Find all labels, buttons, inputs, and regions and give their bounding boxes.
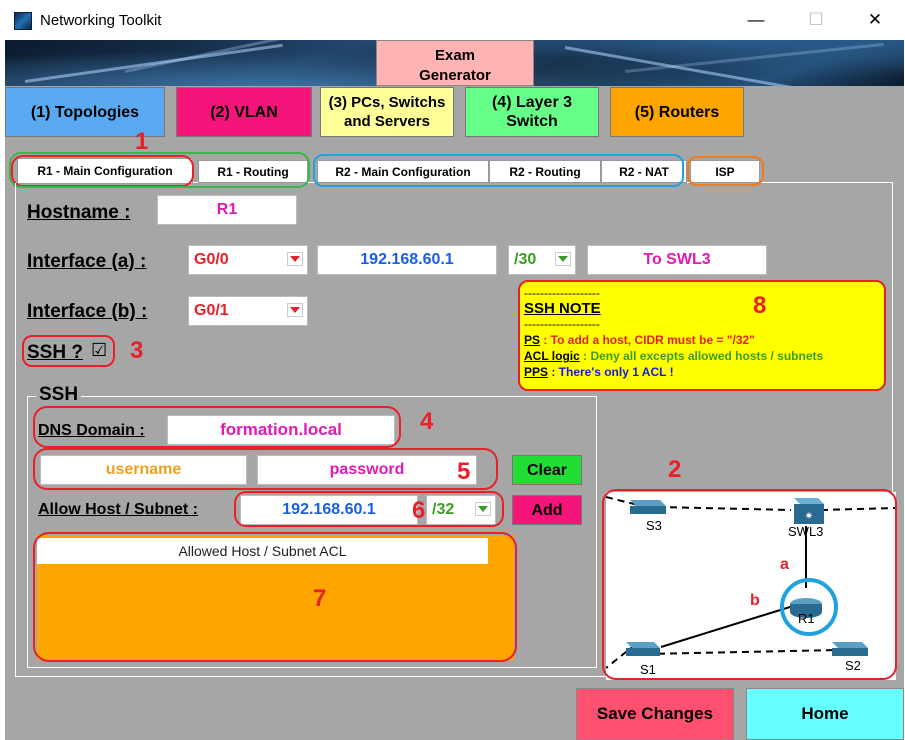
annotation-5: 5: [457, 458, 471, 485]
ssh-group-label: SSH: [36, 384, 82, 406]
annotation-2: 2: [668, 456, 682, 483]
note-dashes-top: -------------------: [524, 286, 600, 300]
annotation-4: 4: [420, 408, 434, 435]
window-title: Networking Toolkit: [40, 12, 162, 29]
note-acl-text: : Deny all excepts allowed hosts / subne…: [579, 349, 824, 363]
ssh-note-box: ------------------- SSH NOTE -----------…: [518, 280, 886, 391]
note-ps-label: PS: [524, 333, 541, 347]
app-icon: [14, 12, 32, 30]
annotation-3: 3: [130, 337, 144, 364]
highlight-ring-ssh: [22, 335, 115, 367]
note-ps-text: : To add a host, CIDR must be = "/32": [540, 333, 755, 347]
interface-b-select[interactable]: G0/1: [188, 296, 308, 326]
interface-b-value: G0/1: [194, 302, 229, 319]
note-title: SSH NOTE: [524, 300, 601, 317]
save-changes-button[interactable]: Save Changes: [576, 688, 734, 740]
chevron-down-icon: [555, 252, 571, 266]
note-pps-line: PPS : There's only 1 ACL !: [524, 365, 884, 379]
interface-a-select[interactable]: G0/0: [188, 245, 308, 275]
highlight-ring-credentials: [33, 448, 498, 490]
highlight-ring-isp: [687, 156, 764, 186]
maximize-button[interactable]: ☐: [806, 10, 826, 30]
note-pps-text: : There's only 1 ACL !: [548, 365, 674, 379]
nav-layer3-switch[interactable]: (4) Layer 3 Switch: [465, 87, 599, 137]
note-dashes-bottom: -------------------: [524, 317, 600, 331]
annotation-1: 1: [135, 128, 149, 155]
interface-a-cidr-value: /30: [514, 251, 537, 268]
note-acl-line: ACL logic : Deny all excepts allowed hos…: [524, 349, 884, 363]
nav-routers[interactable]: (5) Routers: [610, 87, 744, 137]
home-button[interactable]: Home: [746, 688, 904, 740]
hostname-label: Hostname :: [27, 202, 131, 223]
interface-a-ip-field[interactable]: 192.168.60.1: [317, 245, 497, 275]
highlight-ring-topology: [602, 489, 897, 680]
annotation-6: 6: [412, 497, 426, 524]
interface-a-description-field[interactable]: To SWL3: [587, 245, 767, 275]
interface-a-label: Interface (a) :: [27, 251, 147, 272]
note-acl-label: ACL logic: [524, 349, 580, 363]
clear-button[interactable]: Clear: [512, 455, 582, 485]
note-pps-label: PPS: [524, 365, 549, 379]
interface-a-cidr-select[interactable]: /30: [508, 245, 576, 275]
chevron-down-icon: [287, 252, 303, 266]
note-ps-line: PS : To add a host, CIDR must be = "/32": [524, 333, 884, 347]
close-button[interactable]: ✕: [865, 10, 885, 30]
hostname-field[interactable]: R1: [157, 195, 297, 225]
exam-generator-button[interactable]: Exam Generator: [376, 40, 534, 86]
highlight-ring-dns: [33, 406, 401, 448]
nav-pcs-switches-servers[interactable]: (3) PCs, Switchs and Servers: [320, 87, 454, 137]
interface-a-value: G0/0: [194, 251, 229, 268]
add-button[interactable]: Add: [512, 495, 582, 525]
interface-b-label: Interface (b) :: [27, 301, 148, 322]
allow-host-label: Allow Host / Subnet :: [38, 501, 198, 518]
annotation-8: 8: [753, 292, 767, 319]
minimize-button[interactable]: —: [746, 10, 766, 30]
chevron-down-icon: [287, 303, 303, 317]
annotation-7: 7: [313, 585, 327, 612]
highlight-ring-allow-host: [234, 491, 504, 527]
highlight-ring-acl: [33, 532, 517, 662]
nav-vlan[interactable]: (2) VLAN: [176, 87, 312, 137]
